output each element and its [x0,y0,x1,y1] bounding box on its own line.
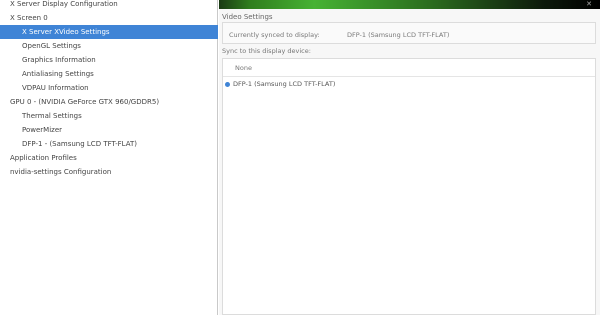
tree-item-label: X Server Display Configuration [10,0,118,8]
tree-item-label: Thermal Settings [22,112,82,120]
tree-item[interactable]: DFP-1 - (Samsung LCD TFT-FLAT) [0,137,218,151]
tree-item[interactable]: X Screen 0 [0,11,218,25]
tree-item-label: Application Profiles [10,154,77,162]
sync-group: Currently synced to display: DFP-1 (Sams… [222,22,596,44]
tree-item-label: X Server XVideo Settings [22,28,110,36]
content-pane: ✕ Video Settings Currently synced to dis… [219,0,600,315]
close-icon[interactable]: ✕ [582,0,596,9]
tree-item-label: GPU 0 - (NVIDIA GeForce GTX 960/GDDR5) [10,98,160,106]
tree-item-label: nvidia-settings Configuration [10,168,112,176]
device-list-title: Sync to this display device: [222,47,311,55]
tree-item[interactable]: X Server XVideo Settings [0,25,218,39]
tree-item-label: OpenGL Settings [22,42,81,50]
tree-item[interactable]: PowerMizer [0,123,218,137]
tree-item[interactable]: Graphics Information [0,53,218,67]
tree-item-label: Graphics Information [22,56,96,64]
section-title: Video Settings [222,13,273,21]
nvidia-settings-window: X Server Display Configuration X Screen 0… [0,0,600,315]
radio-selected-icon [225,81,230,87]
device-option-none[interactable]: None [223,59,595,77]
tree-item-label: PowerMizer [22,126,63,134]
navigation-tree: X Server Display Configuration X Screen 0… [0,0,218,315]
device-option-label: DFP-1 (Samsung LCD TFT-FLAT) [233,80,336,88]
device-option-dfp1[interactable]: DFP-1 (Samsung LCD TFT-FLAT) [223,78,595,90]
sync-label: Currently synced to display: [229,31,320,39]
tree-item-label: DFP-1 - (Samsung LCD TFT-FLAT) [22,140,137,148]
tree-item-label: X Screen 0 [10,14,48,22]
tree-item-label: VDPAU Information [22,84,89,92]
sync-value: DFP-1 (Samsung LCD TFT-FLAT) [347,31,450,39]
tree-item[interactable]: X Server Display Configuration [0,0,218,11]
tree-item[interactable]: Thermal Settings [0,109,218,123]
tree-item[interactable]: VDPAU Information [0,81,218,95]
nvidia-banner [219,0,600,9]
tree-item[interactable]: Antialiasing Settings [0,67,218,81]
tree-item-label: Antialiasing Settings [22,70,94,78]
device-listbox[interactable]: None DFP-1 (Samsung LCD TFT-FLAT) [222,58,596,315]
tree-item[interactable]: nvidia-settings Configuration [0,165,218,179]
tree-item[interactable]: OpenGL Settings [0,39,218,53]
tree-item[interactable]: Application Profiles [0,151,218,165]
tree-item[interactable]: GPU 0 - (NVIDIA GeForce GTX 960/GDDR5) [0,95,218,109]
